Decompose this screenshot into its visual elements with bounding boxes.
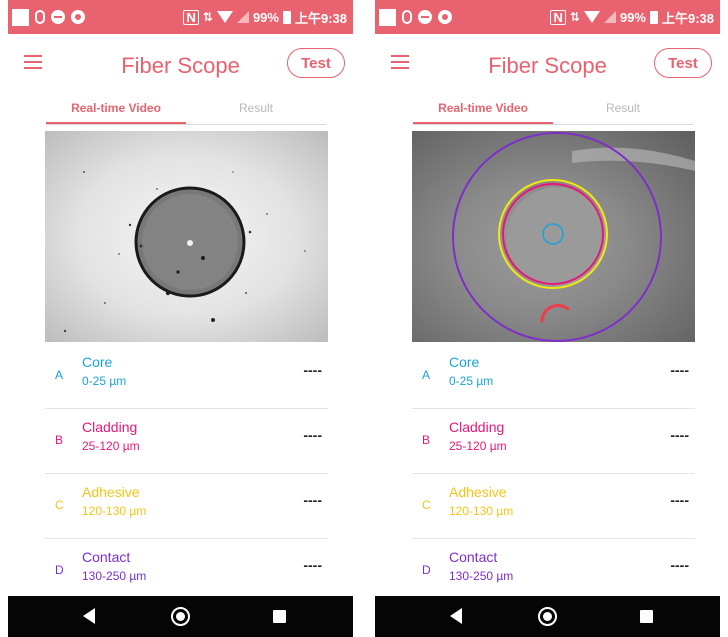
tab-real-time-video[interactable]: Real-time Video — [413, 96, 553, 124]
status-bar: N ⇅ 99% 上午9:38 — [8, 0, 353, 34]
status-bar: N ⇅ 99% 上午9:38 — [375, 0, 720, 34]
app-bar: Fiber Scope Test — [375, 34, 720, 96]
zone-value: ---- — [670, 427, 689, 443]
zone-letter: D — [422, 563, 431, 577]
zone-letter: B — [55, 433, 64, 447]
location-pin-icon — [402, 10, 412, 24]
zone-list: A Core 0-25 µm ---- B Cladding 25-120 µm… — [45, 344, 328, 603]
menu-icon[interactable] — [391, 55, 409, 69]
notification-square-icon — [12, 8, 29, 26]
zone-value: ---- — [670, 492, 689, 508]
phone-screen-right: N ⇅ 99% 上午9:38 Fiber Scope Test Real-tim… — [375, 0, 720, 637]
signal-icon — [236, 11, 249, 23]
zone-row-cladding: B Cladding 25-120 µm ---- — [45, 409, 328, 474]
tab-result[interactable]: Result — [186, 96, 326, 122]
zone-name: Contact — [82, 549, 131, 565]
home-circle-icon[interactable] — [171, 607, 190, 626]
zone-range: 130-250 µm — [449, 569, 514, 583]
phone-screen-left: N ⇅ 99% 上午9:38 Fiber Scope Test Real-tim… — [8, 0, 353, 637]
nfc-icon: N — [183, 9, 199, 25]
recent-square-icon[interactable] — [640, 610, 653, 623]
tab-result[interactable]: Result — [553, 96, 693, 122]
back-triangle-icon[interactable] — [450, 608, 462, 624]
zone-row-contact: D Contact 130-250 µm ---- — [45, 539, 328, 603]
system-nav-bar — [8, 596, 353, 637]
zone-letter: C — [422, 498, 431, 512]
zone-name: Core — [449, 354, 480, 370]
battery-icon — [649, 10, 658, 24]
zone-range: 25-120 µm — [449, 439, 507, 453]
do-not-disturb-icon — [418, 10, 432, 24]
data-arrows-icon: ⇅ — [569, 10, 580, 24]
zone-row-core: A Core 0-25 µm ---- — [412, 344, 695, 409]
zone-row-contact: D Contact 130-250 µm ---- — [412, 539, 695, 603]
battery-percent: 99% — [619, 9, 646, 25]
fiber-video-view[interactable] — [412, 131, 695, 342]
zone-name: Adhesive — [449, 484, 507, 500]
wifi-icon — [583, 11, 600, 23]
zone-value: ---- — [303, 427, 322, 443]
sync-circle-icon — [438, 10, 452, 24]
zone-list: A Core 0-25 µm ---- B Cladding 25-120 µm… — [412, 344, 695, 603]
app-bar: Fiber Scope Test — [8, 34, 353, 96]
fiber-endface-image — [63, 171, 306, 333]
test-button[interactable]: Test — [287, 48, 345, 78]
test-button[interactable]: Test — [654, 48, 712, 78]
battery-icon — [282, 10, 291, 24]
zone-value: ---- — [303, 492, 322, 508]
zone-value: ---- — [670, 362, 689, 378]
zone-value: ---- — [670, 557, 689, 573]
wifi-icon — [216, 11, 233, 23]
zone-name: Core — [82, 354, 113, 370]
status-time: 上午9:38 — [294, 10, 347, 26]
zone-letter: C — [55, 498, 64, 512]
tab-bar: Real-time Video Result — [46, 96, 326, 125]
home-circle-icon[interactable] — [538, 607, 557, 626]
zone-range: 120-130 µm — [82, 504, 147, 518]
zone-range: 130-250 µm — [82, 569, 147, 583]
zone-value: ---- — [303, 362, 322, 378]
back-triangle-icon[interactable] — [83, 608, 95, 624]
zone-range: 0-25 µm — [82, 374, 127, 388]
zone-value: ---- — [303, 557, 322, 573]
zone-letter: A — [55, 368, 64, 382]
location-pin-icon — [35, 10, 45, 24]
tab-bar: Real-time Video Result — [413, 96, 693, 125]
zone-range: 120-130 µm — [449, 504, 514, 518]
recent-square-icon[interactable] — [273, 610, 286, 623]
zone-row-adhesive: C Adhesive 120-130 µm ---- — [412, 474, 695, 539]
zone-letter: A — [422, 368, 431, 382]
notification-square-icon — [379, 8, 396, 26]
zone-name: Cladding — [449, 419, 505, 435]
zone-row-adhesive: C Adhesive 120-130 µm ---- — [45, 474, 328, 539]
do-not-disturb-icon — [51, 10, 65, 24]
fiber-endface-overlay — [452, 132, 695, 342]
tab-real-time-video[interactable]: Real-time Video — [46, 96, 186, 124]
zone-range: 0-25 µm — [449, 374, 494, 388]
signal-icon — [603, 11, 616, 23]
menu-icon[interactable] — [24, 55, 42, 69]
zone-name: Adhesive — [82, 484, 140, 500]
zone-row-cladding: B Cladding 25-120 µm ---- — [412, 409, 695, 474]
zone-row-core: A Core 0-25 µm ---- — [45, 344, 328, 409]
zone-letter: D — [55, 563, 64, 577]
zone-name: Cladding — [82, 419, 138, 435]
battery-percent: 99% — [252, 9, 279, 25]
status-time: 上午9:38 — [661, 10, 714, 26]
loading-arc-icon — [540, 304, 570, 323]
fiber-video-view[interactable] — [45, 131, 328, 342]
data-arrows-icon: ⇅ — [202, 10, 213, 24]
system-nav-bar — [375, 596, 720, 637]
zone-range: 25-120 µm — [82, 439, 140, 453]
zone-name: Contact — [449, 549, 498, 565]
nfc-icon: N — [550, 9, 566, 25]
zone-letter: B — [422, 433, 431, 447]
sync-circle-icon — [71, 10, 85, 24]
